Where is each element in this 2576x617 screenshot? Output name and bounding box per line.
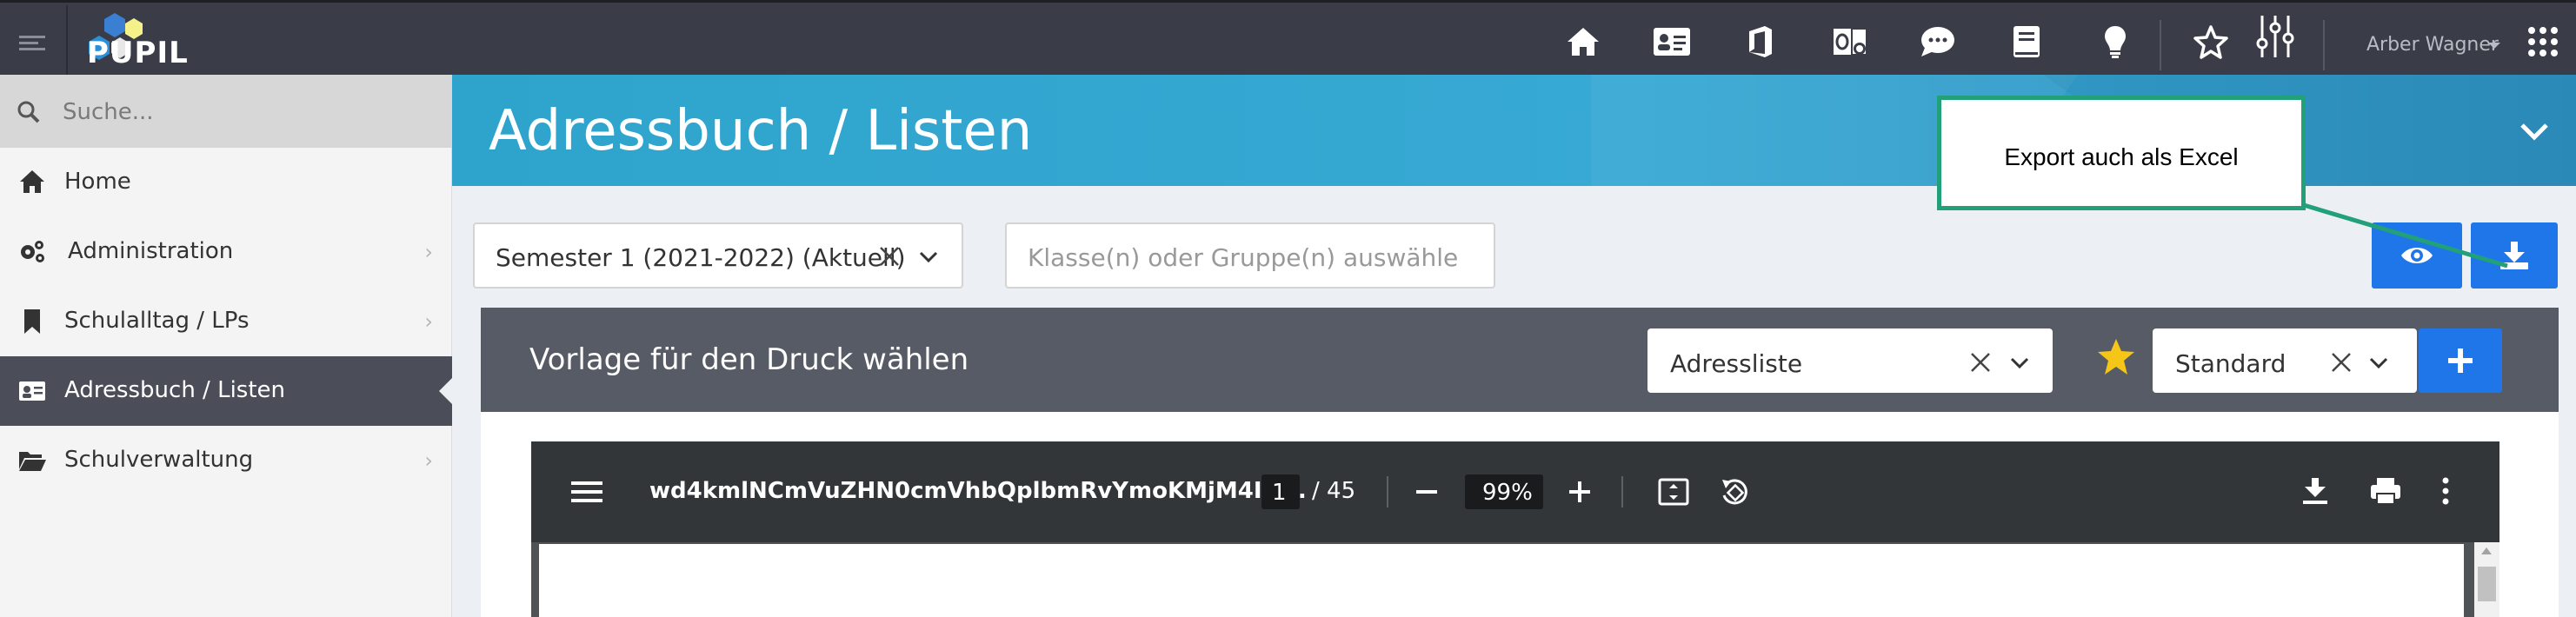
sidebar-search[interactable]: Suche...: [0, 75, 452, 148]
chat-icon[interactable]: [1918, 22, 1958, 62]
page-title: Adressbuch / Listen: [489, 99, 1033, 163]
pdf-page: [539, 544, 2464, 617]
search-icon: [17, 101, 40, 123]
page-total: / 45: [1312, 478, 1356, 504]
chevron-down-icon[interactable]: [2368, 356, 2389, 370]
office-icon[interactable]: [1741, 22, 1781, 62]
home-icon[interactable]: [1563, 22, 1603, 62]
chevron-right-icon: ›: [424, 309, 433, 334]
home-icon: [20, 170, 44, 193]
class-group-placeholder: Klasse(n) oder Gruppe(n) auswähle: [1028, 243, 1459, 272]
zoom-in-icon[interactable]: [1568, 480, 1592, 504]
template-select[interactable]: Adressliste: [1647, 328, 2053, 393]
menu-icon[interactable]: [571, 480, 602, 504]
sidebar-item-schulverwaltung[interactable]: Schulverwaltung ›: [0, 426, 452, 495]
clear-icon[interactable]: [1969, 351, 1992, 374]
sidebar-item-label: Adressbuch / Listen: [64, 377, 286, 403]
active-indicator: [439, 377, 453, 405]
sidebar: Suche... Home Administration › Schulallt…: [0, 75, 453, 617]
chevron-down-icon[interactable]: [2519, 122, 2549, 141]
clear-icon[interactable]: [2330, 351, 2353, 374]
callout-text: Export auch als Excel: [2004, 143, 2239, 170]
page-number-input[interactable]: 1: [1261, 474, 1300, 509]
plus-icon: [2448, 348, 2473, 373]
download-icon: [2500, 242, 2528, 269]
print-panel-title: Vorlage für den Druck wählen: [529, 342, 969, 377]
lightbulb-icon[interactable]: [2095, 22, 2135, 62]
divider: [2160, 20, 2161, 70]
zoom-input[interactable]: 99%: [1465, 474, 1543, 509]
zoom-out-icon[interactable]: [1414, 481, 1439, 502]
sidebar-item-administration[interactable]: Administration ›: [0, 217, 452, 287]
eye-icon: [2401, 248, 2433, 263]
semester-select[interactable]: Semester 1 (2021-2022) (Aktuell): [473, 222, 963, 289]
preset-value: Standard: [2175, 349, 2286, 378]
bookmark-icon: [24, 309, 40, 334]
sidebar-item-label: Schulverwaltung: [64, 447, 254, 473]
template-value: Adressliste: [1670, 349, 1803, 378]
sidebar-item-adressbuch[interactable]: Adressbuch / Listen: [0, 356, 453, 426]
divider: [1621, 476, 1623, 508]
folder-open-icon: [19, 452, 46, 471]
star-icon[interactable]: [2191, 22, 2231, 62]
chevron-right-icon: ›: [424, 240, 433, 264]
book-icon[interactable]: [2007, 22, 2047, 62]
divider: [2323, 20, 2325, 70]
apps-grid-icon[interactable]: [2523, 22, 2563, 62]
sidebar-item-home[interactable]: Home: [0, 148, 452, 217]
rotate-icon[interactable]: [1719, 476, 1750, 508]
print-icon[interactable]: [2369, 476, 2402, 506]
page-current: 1: [1272, 480, 1287, 506]
scrollbar-thumb[interactable]: [2478, 567, 2496, 601]
pdf-filename: wd4kmlNCmVuZHN0cmVhbQplbmRvYmoKMjM4ID...: [649, 478, 1307, 504]
pdf-scrollbar[interactable]: [2474, 542, 2499, 617]
chevron-down-icon[interactable]: [2009, 356, 2030, 370]
clear-icon[interactable]: [878, 245, 901, 268]
pdf-toolbar: wd4kmlNCmVuZHN0cmVhbQplbmRvYmoKMjM4ID...…: [531, 441, 2499, 542]
zoom-value: 99%: [1482, 480, 1533, 506]
contact-card-icon[interactable]: [1652, 22, 1692, 62]
scroll-up-icon[interactable]: [2481, 547, 2492, 554]
add-template-button[interactable]: [2419, 328, 2502, 393]
caret-down-icon: [2488, 43, 2500, 49]
address-card-icon: [19, 381, 45, 401]
divider: [1387, 476, 1388, 508]
sidebar-item-label: Home: [64, 169, 131, 195]
sidebar-item-label: Administration: [68, 238, 234, 264]
top-navbar: PUPIL Arber Wagner: [0, 0, 2576, 75]
chevron-right-icon: ›: [424, 448, 433, 473]
export-button[interactable]: [2471, 222, 2558, 289]
user-name[interactable]: Arber Wagner: [2366, 34, 2499, 56]
sidebar-toggle-button[interactable]: [0, 5, 68, 75]
more-options-icon[interactable]: [2440, 476, 2451, 506]
fit-page-icon[interactable]: [1658, 478, 1689, 506]
sidebar-item-schulalltag[interactable]: Schulalltag / LPs ›: [0, 287, 452, 356]
chevron-down-icon[interactable]: [918, 250, 939, 264]
sliders-icon[interactable]: [2255, 16, 2295, 57]
sidebar-item-label: Schulalltag / LPs: [64, 308, 250, 334]
outlook-icon[interactable]: [1829, 22, 1869, 62]
class-group-select[interactable]: Klasse(n) oder Gruppe(n) auswähle: [1005, 222, 1495, 289]
favorite-star-icon[interactable]: [2095, 337, 2137, 377]
search-input[interactable]: Suche...: [63, 99, 154, 125]
app-name: PUPIL: [87, 36, 189, 70]
download-icon[interactable]: [2301, 476, 2329, 506]
annotation-callout: Export auch als Excel: [1937, 96, 2306, 210]
cogs-icon: [21, 241, 44, 262]
preset-select[interactable]: Standard: [2153, 328, 2417, 393]
semester-value: Semester 1 (2021-2022) (Aktuell): [496, 243, 906, 272]
preview-button[interactable]: [2372, 222, 2462, 289]
